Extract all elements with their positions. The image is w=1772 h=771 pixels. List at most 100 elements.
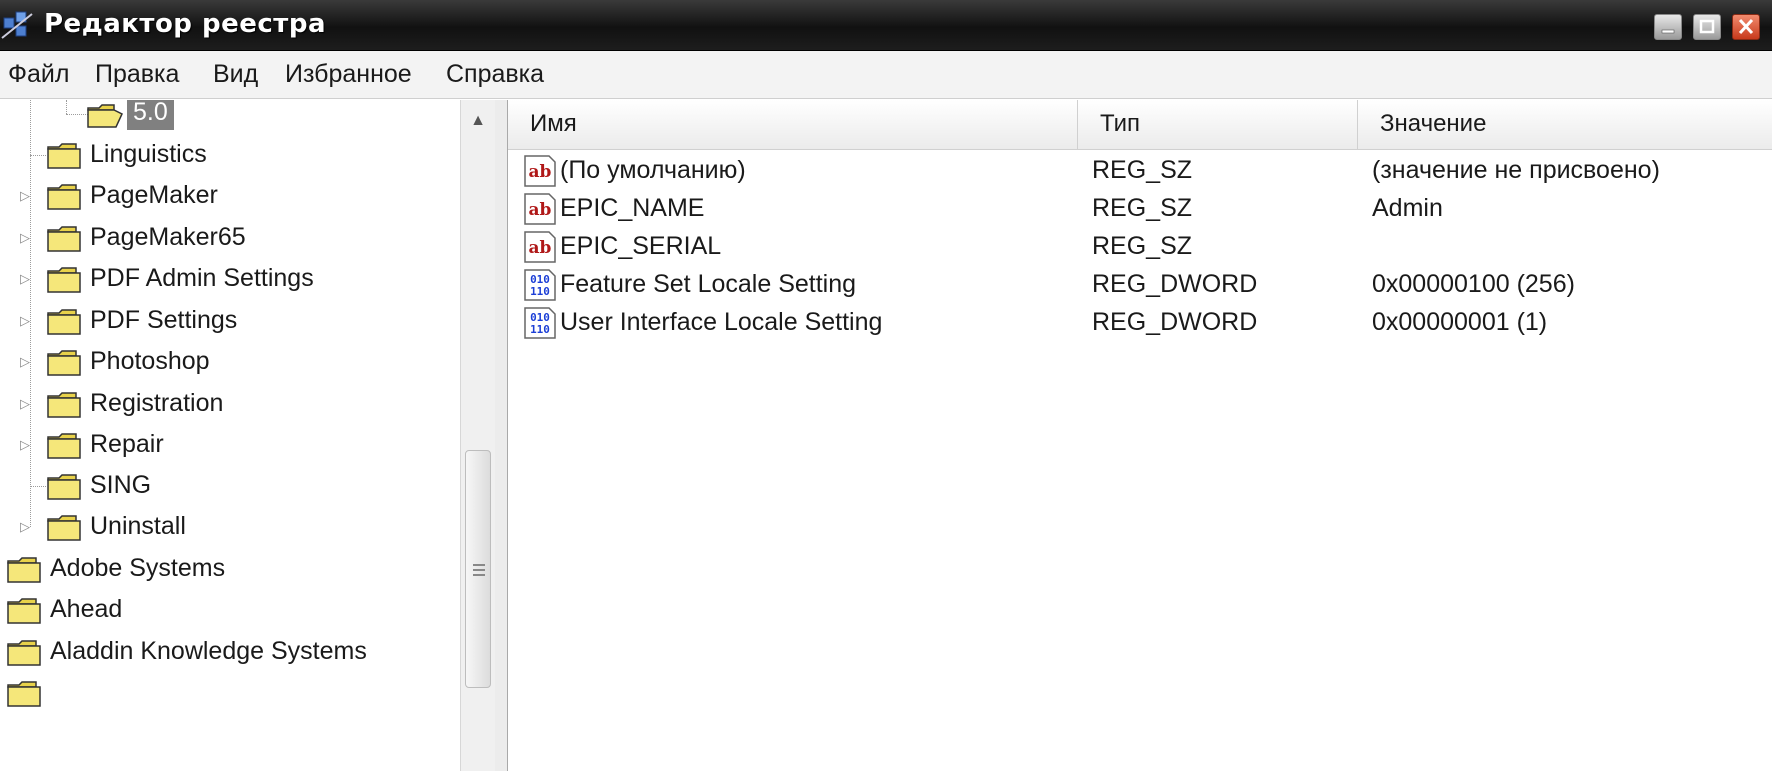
folder-open-icon xyxy=(87,104,123,128)
minimize-button[interactable] xyxy=(1654,14,1682,40)
title-bar[interactable]: Редактор реестра xyxy=(0,0,1772,51)
value-row[interactable]: 010 110 Feature Set Locale Setting REG_D… xyxy=(508,264,1772,306)
tree-item-ahead[interactable]: Ahead xyxy=(0,590,460,632)
tree-item-aladdin-knowledge-systems[interactable]: Aladdin Knowledge Systems xyxy=(0,632,460,674)
tree-item-label: Repair xyxy=(90,430,164,458)
tree-item-pdf-settings[interactable]: ▷ PDF Settings xyxy=(0,301,460,343)
registry-tree[interactable]: 5.0 Linguistics ▷ PageMaker ▷ PageMaker6… xyxy=(0,100,495,771)
binary-value-icon: 010 110 xyxy=(524,269,556,301)
column-header-type[interactable]: Тип xyxy=(1078,100,1358,149)
values-list[interactable]: Имя Тип Значение ab (По умолчанию) REG_S… xyxy=(508,100,1772,771)
svg-text:ab: ab xyxy=(529,200,552,220)
tree-item-registration[interactable]: ▷ Registration xyxy=(0,384,460,426)
expand-arrow-icon[interactable]: ▷ xyxy=(20,313,32,329)
value-name: EPIC_SERIAL xyxy=(560,232,722,260)
value-type: REG_SZ xyxy=(1092,194,1193,222)
tree-item-repair[interactable]: ▷ Repair xyxy=(0,425,460,467)
folder-icon xyxy=(47,515,81,541)
expand-arrow-icon[interactable]: ▷ xyxy=(20,354,32,370)
expand-arrow-icon[interactable]: ▷ xyxy=(20,271,32,287)
string-value-icon: ab xyxy=(524,155,556,187)
folder-icon xyxy=(47,143,81,169)
column-header-name[interactable]: Имя xyxy=(508,100,1078,149)
window-title: Редактор реестра xyxy=(44,9,326,39)
expand-arrow-icon[interactable]: ▷ xyxy=(20,396,32,412)
folder-icon xyxy=(47,309,81,335)
string-value-icon: ab xyxy=(524,193,556,225)
tree-item-label: 5.0 xyxy=(127,100,174,130)
close-icon xyxy=(1738,18,1754,35)
value-data: 0x00000001 (1) xyxy=(1372,308,1548,336)
menu-favorites[interactable]: Избранное xyxy=(285,60,412,89)
svg-text:110: 110 xyxy=(530,285,550,298)
value-data: Admin xyxy=(1372,194,1443,222)
tree-scrollbar[interactable]: ▲ xyxy=(460,100,495,771)
scroll-thumb[interactable] xyxy=(465,450,491,688)
value-type: REG_SZ xyxy=(1092,232,1193,260)
menu-bar: Файл Правка Вид Избранное Справка xyxy=(0,51,1772,99)
tree-item-label: Uninstall xyxy=(90,512,186,540)
tree-item-pdf-admin-settings[interactable]: ▷ PDF Admin Settings xyxy=(0,259,460,301)
tree-item-label: PageMaker65 xyxy=(90,223,246,251)
tree-item-label: PDF Settings xyxy=(90,306,238,334)
tree-item-partial[interactable] xyxy=(0,673,460,715)
tree-item-label: Photoshop xyxy=(90,347,210,375)
scroll-up-arrow-icon[interactable]: ▲ xyxy=(461,106,495,136)
folder-icon xyxy=(47,184,81,210)
tree-item-photoshop[interactable]: ▷ Photoshop xyxy=(0,342,460,384)
svg-text:ab: ab xyxy=(529,162,552,182)
value-row[interactable]: ab EPIC_SERIAL REG_SZ xyxy=(508,226,1772,268)
value-data: 0x00000100 (256) xyxy=(1372,270,1575,298)
menu-edit[interactable]: Правка xyxy=(95,60,179,89)
menu-file[interactable]: Файл xyxy=(8,60,69,89)
tree-item-adobe-systems[interactable]: Adobe Systems xyxy=(0,549,460,591)
folder-icon xyxy=(47,226,81,252)
expand-arrow-icon[interactable]: ▷ xyxy=(20,437,32,453)
tree-item-linguistics[interactable]: Linguistics xyxy=(0,135,460,177)
menu-view[interactable]: Вид xyxy=(213,60,258,89)
value-name: EPIC_NAME xyxy=(560,194,705,222)
maximize-icon xyxy=(1699,19,1715,34)
values-header: Имя Тип Значение xyxy=(508,100,1772,150)
tree-item-5-0[interactable]: 5.0 xyxy=(0,100,460,136)
tree-connector xyxy=(30,486,46,487)
expand-arrow-icon[interactable]: ▷ xyxy=(20,230,32,246)
value-row[interactable]: 010 110 User Interface Locale Setting RE… xyxy=(508,302,1772,344)
expand-arrow-icon[interactable]: ▷ xyxy=(20,519,32,535)
value-data: (значение не присвоено) xyxy=(1372,156,1660,184)
menu-help[interactable]: Справка xyxy=(446,60,544,89)
tree-item-label: Adobe Systems xyxy=(50,554,226,582)
tree-connector xyxy=(30,155,46,156)
value-name: (По умолчанию) xyxy=(560,156,746,184)
value-type: REG_SZ xyxy=(1092,156,1193,184)
tree-item-label: PageMaker xyxy=(90,181,218,209)
tree-item-uninstall[interactable]: ▷ Uninstall xyxy=(0,507,460,549)
folder-icon xyxy=(7,681,41,707)
registry-editor-window: Редактор реестра Файл Правка Вид Избранн… xyxy=(0,0,1772,771)
tree-item-pagemaker[interactable]: ▷ PageMaker xyxy=(0,176,460,218)
value-type: REG_DWORD xyxy=(1092,270,1258,298)
tree-item-pagemaker65[interactable]: ▷ PageMaker65 xyxy=(0,218,460,260)
expand-arrow-icon[interactable]: ▷ xyxy=(20,188,32,204)
tree-item-label: SING xyxy=(90,471,152,499)
tree-item-sing[interactable]: SING xyxy=(0,466,460,508)
folder-icon xyxy=(7,640,41,666)
value-name: Feature Set Locale Setting xyxy=(560,270,857,298)
string-value-icon: ab xyxy=(524,231,556,263)
maximize-button[interactable] xyxy=(1693,14,1721,40)
svg-text:ab: ab xyxy=(529,238,552,258)
svg-text:110: 110 xyxy=(530,323,550,336)
tree-item-label: Linguistics xyxy=(90,140,207,168)
tree-item-label: Ahead xyxy=(50,595,123,623)
folder-icon xyxy=(47,474,81,500)
binary-value-icon: 010 110 xyxy=(524,307,556,339)
grip-icon xyxy=(473,564,485,576)
column-header-value[interactable]: Значение xyxy=(1358,100,1772,149)
value-row[interactable]: ab (По умолчанию) REG_SZ (значение не пр… xyxy=(508,150,1772,192)
tree-item-label: Aladdin Knowledge Systems xyxy=(50,637,367,665)
value-name: User Interface Locale Setting xyxy=(560,308,883,336)
value-row[interactable]: ab EPIC_NAME REG_SZ Admin xyxy=(508,188,1772,230)
close-button[interactable] xyxy=(1732,14,1760,40)
folder-icon xyxy=(7,598,41,624)
pane-splitter[interactable] xyxy=(495,100,508,771)
